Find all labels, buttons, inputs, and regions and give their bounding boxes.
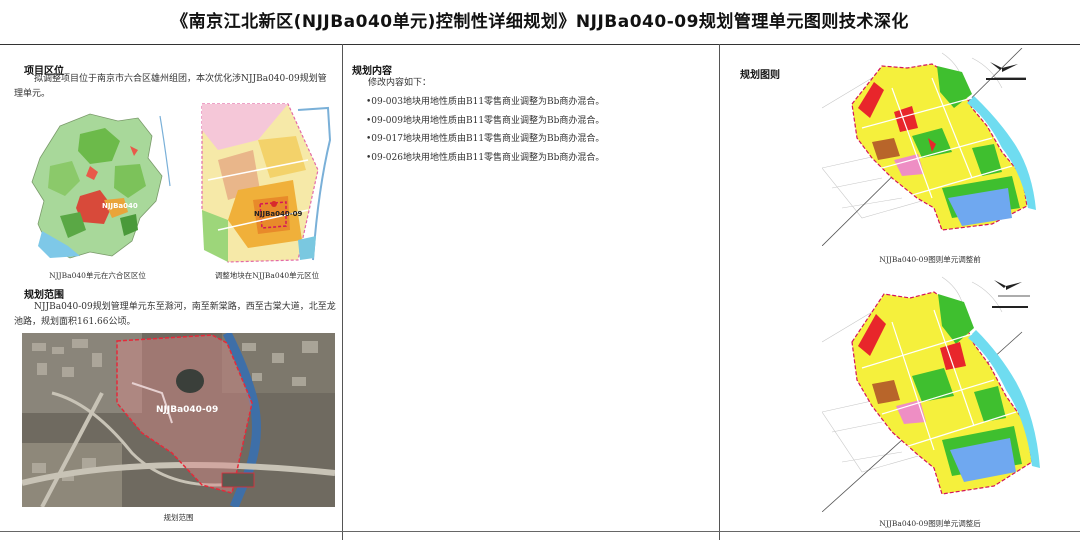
- list-item: •09-026地块用地性质由B11零售商业调整为Bb商办混合。: [366, 152, 605, 163]
- location-text: 拟调整项目位于南京市六合区雄州组团，本次优化涉NJJBa040-09规划管理单元…: [14, 74, 327, 99]
- section-heading-scope: 规划范围: [24, 290, 64, 301]
- plan-map-after: [822, 272, 1042, 512]
- scope-text: NJJBa040-09规划管理单元东至滁河，南至新棠路，西至古棠大道，北至龙池路…: [14, 302, 336, 327]
- map-label: NJJBa040: [102, 202, 138, 210]
- bottom-rule: [0, 531, 1080, 532]
- column-divider: [719, 44, 720, 540]
- content-intro: 修改内容如下：: [368, 78, 432, 88]
- list-item: •09-003地块用地性质由B11零售商业调整为Bb商办混合。: [366, 97, 605, 107]
- section-heading-plans: 规划图则: [740, 70, 780, 81]
- unit-map-caption: 调整地块在NJJBa040单元区位: [214, 271, 320, 280]
- column-divider: [342, 44, 343, 540]
- map-label: NJJBa040-09: [254, 210, 303, 218]
- plan-before-caption: NJJBa040-09图则单元调整前: [879, 255, 981, 264]
- aerial-scope-photo: NJJBa040-09: [22, 333, 335, 507]
- aerial-caption: 规划范围: [163, 513, 194, 522]
- change-list: •09-003地块用地性质由B11零售商业调整为Bb商办混合。 •09-009地…: [366, 93, 711, 167]
- list-item: •09-009地块用地性质由B11零售商业调整为Bb商办混合。: [366, 115, 605, 126]
- plan-after-caption: NJJBa040-09图则单元调整后: [879, 519, 981, 528]
- list-item: •09-017地块用地性质由B11零售商业调整为Bb商办混合。: [366, 134, 605, 144]
- section-heading-content: 规划内容: [352, 66, 392, 77]
- district-location-map: NJJBa040: [20, 106, 175, 266]
- plan-map-before: [822, 48, 1042, 246]
- unit-location-map: NJJBa040-09: [198, 100, 336, 266]
- aerial-label: NJJBa040-09: [156, 405, 219, 415]
- page-title: 《南京江北新区(NJJBa040单元)控制性详细规划》NJJBa040-09规划…: [171, 12, 909, 32]
- district-map-caption: NJJBa040单元在六合区区位: [49, 271, 146, 280]
